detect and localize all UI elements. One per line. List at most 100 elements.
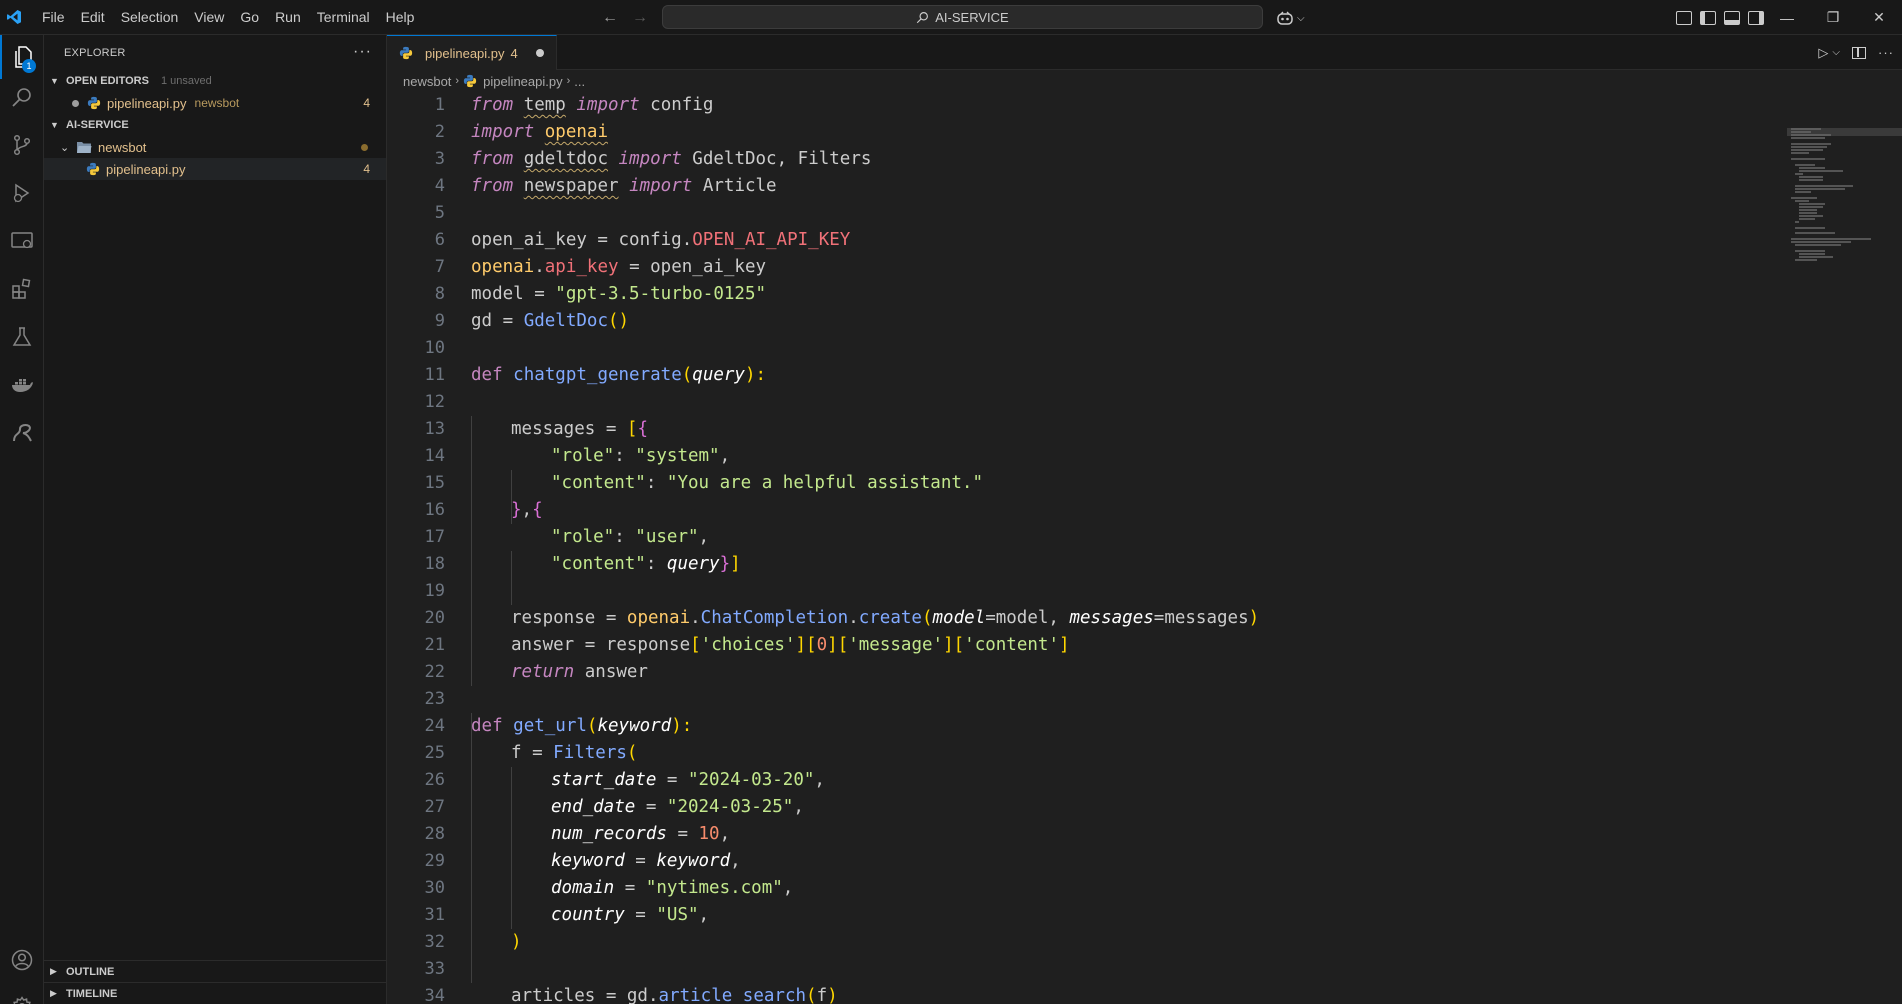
manage-activity[interactable] [0, 985, 44, 1004]
file-name: pipelineapi.py [106, 161, 186, 177]
open-editor-folder: newsbot [194, 96, 240, 110]
breadcrumb-more[interactable]: ... [574, 74, 585, 89]
timeline-section[interactable]: ▶ TIMELINE [44, 982, 387, 1004]
workspace-section[interactable]: ▼ AI-SERVICE [44, 114, 386, 136]
chevron-down-icon[interactable]: ⌵ [1832, 47, 1840, 58]
token: [ [806, 635, 817, 655]
restore-icon[interactable]: ❐ [1810, 0, 1856, 35]
line-number: 27 [424, 797, 445, 817]
customize-layout-icon[interactable] [1676, 10, 1692, 25]
code-text: keyword = keyword, [551, 848, 741, 875]
tab-pipelineapi[interactable]: pipelineapi.py 4 [387, 35, 557, 70]
run-debug-activity[interactable] [0, 171, 44, 215]
breadcrumb-folder[interactable]: newsbot [403, 74, 451, 89]
code-text: open_ai_key = config.OPEN_AI_API_KEY [471, 227, 850, 254]
toggle-secondary-sidebar-icon[interactable] [1748, 10, 1764, 25]
squiggle-icon [13, 424, 32, 442]
open-editors-section[interactable]: ▼ OPEN EDITORS 1 unsaved [44, 70, 386, 92]
extensions-activity[interactable] [0, 267, 44, 311]
command-center-label: AI-SERVICE [935, 9, 1009, 25]
token: def [471, 365, 503, 385]
search-activity[interactable] [0, 75, 44, 119]
minimap-line [1795, 227, 1825, 229]
source-control-activity[interactable] [0, 123, 44, 167]
menu-edit[interactable]: Edit [73, 0, 113, 35]
line-number: 18 [424, 554, 445, 574]
unsaved-dot-icon[interactable] [535, 49, 544, 57]
more-actions-icon[interactable]: ··· [353, 43, 372, 61]
line-number: 24 [424, 716, 445, 736]
accounts-activity[interactable] [0, 938, 44, 982]
line-number: 12 [424, 392, 445, 412]
token: = [635, 797, 667, 817]
menu-run[interactable]: Run [267, 0, 309, 35]
testing-activity[interactable] [0, 315, 44, 359]
menu-selection[interactable]: Selection [113, 0, 187, 35]
run-python-icon[interactable]: ▷ [1818, 45, 1828, 61]
folder-open-icon [77, 141, 92, 153]
code-line-11: 11 def chatgpt_generate(query): [387, 362, 1787, 389]
token: Filters [553, 743, 627, 763]
code-text: return answer [511, 659, 648, 686]
breadcrumb-file[interactable]: pipelineapi.py [483, 74, 563, 89]
token: country [551, 905, 625, 925]
line-number: 19 [424, 581, 445, 601]
code-text: start_date = "2024-03-20", [551, 767, 825, 794]
code-line-16: 16},{ [387, 497, 1787, 524]
token: : [614, 527, 636, 547]
token: "role" [551, 527, 615, 547]
token: } [719, 554, 731, 574]
code-line-20: 20 response = openai.ChatCompletion.creat… [387, 605, 1787, 632]
toggle-panel-icon[interactable] [1724, 10, 1740, 25]
code-line-17: 17 "role": "user", [387, 524, 1787, 551]
minimap-line [1791, 131, 1811, 133]
minimize-icon[interactable]: — [1764, 0, 1810, 35]
token: from [471, 95, 514, 115]
token: config [639, 95, 714, 115]
remote-explorer-activity[interactable] [0, 219, 44, 263]
token: ) [511, 932, 522, 952]
command-center-search[interactable]: AI-SERVICE [662, 5, 1263, 29]
unsaved-count: 1 unsaved [160, 75, 212, 87]
source-control-icon [13, 134, 31, 156]
file-pipelineapi[interactable]: pipelineapi.py 4 [44, 158, 386, 180]
code-line-31: 31 country = "US", [387, 902, 1787, 929]
token: , [521, 500, 533, 520]
code-text: openai.api_key = open_ai_key [471, 254, 766, 281]
outline-section[interactable]: ▶ OUTLINE [44, 960, 387, 982]
line-number: 11 [424, 365, 445, 385]
explorer-activity[interactable]: 1 [0, 35, 44, 79]
folder-newsbot[interactable]: ⌄ newsbot [44, 136, 386, 158]
menu-view[interactable]: View [186, 0, 232, 35]
token: 'message' [848, 635, 944, 655]
token: ] [943, 635, 954, 655]
back-arrow-icon[interactable]: ← [602, 9, 618, 27]
editor-area: pipelineapi.py 4 ▷ ⌵ ··· newsbot › pipel… [387, 35, 1902, 1004]
token: , [730, 851, 741, 871]
minimap[interactable] [1787, 92, 1902, 992]
menu-file[interactable]: File [34, 0, 73, 35]
token: answer = response [511, 635, 691, 655]
minimap-line [1799, 203, 1825, 205]
line-number: 31 [424, 905, 445, 925]
more-actions-icon[interactable]: ··· [1878, 45, 1894, 60]
docker-activity[interactable] [0, 363, 44, 407]
minimap-line [1799, 212, 1817, 214]
menu-go[interactable]: Go [232, 0, 267, 35]
token: messages = [511, 419, 627, 439]
toggle-primary-sidebar-icon[interactable] [1700, 10, 1716, 25]
menu-help[interactable]: Help [378, 0, 423, 35]
copilot-button[interactable]: ⌵ [1277, 6, 1305, 30]
open-editor-item[interactable]: pipelineapi.py newsbot 4 [44, 92, 386, 114]
minimap-line [1799, 256, 1833, 258]
split-editor-icon[interactable] [1852, 46, 1866, 59]
extension-custom-activity[interactable] [0, 411, 44, 455]
minimap-line [1791, 197, 1817, 199]
close-icon[interactable]: ✕ [1856, 0, 1902, 35]
menu-terminal[interactable]: Terminal [309, 0, 378, 35]
forward-arrow-icon[interactable]: → [632, 9, 648, 27]
testing-flask-icon [12, 327, 32, 346]
